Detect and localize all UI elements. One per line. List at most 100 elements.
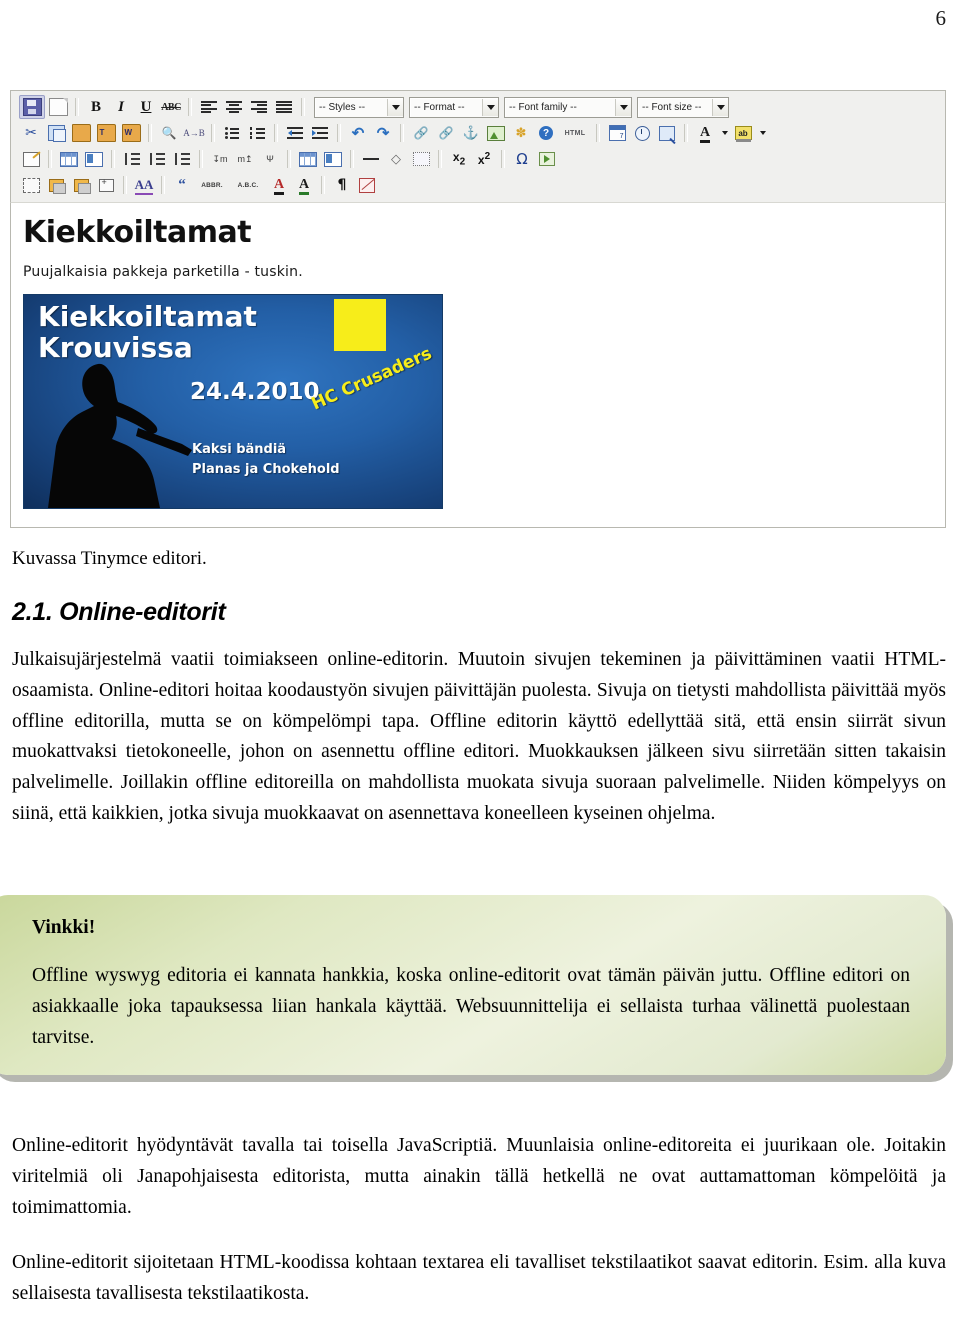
poster-title-line2: Krouvissa (38, 331, 193, 365)
merge-cells-button[interactable]: Ψ (258, 148, 282, 170)
acronym-button[interactable]: A.B.C. (230, 174, 266, 196)
help-button[interactable]: ? (534, 122, 558, 144)
special-character-button[interactable]: Ω (510, 148, 534, 170)
insert-layer-icon (98, 177, 114, 192)
insert-image-button[interactable] (484, 122, 508, 144)
font-family-select-label: -- Font family -- (509, 101, 577, 113)
media-icon (539, 152, 555, 166)
table-properties-button[interactable] (19, 148, 43, 170)
nonbreaking-icon (359, 177, 375, 193)
insert-link-button[interactable]: 🔗 (409, 122, 433, 144)
new-document-button[interactable] (46, 96, 70, 118)
align-right-button[interactable] (247, 96, 271, 118)
italic-icon: I (118, 98, 124, 115)
format-select[interactable]: -- Format -- (409, 96, 499, 118)
tinymce-editor-screenshot: B I U ABC -- Styles -- -- Format -- -- F… (10, 90, 946, 528)
row-properties-button[interactable] (296, 148, 320, 170)
cut-button[interactable]: ✂ (19, 122, 43, 144)
font-size-select[interactable]: -- Font size -- (637, 96, 729, 118)
align-left-icon (201, 100, 217, 114)
poster-bands-line1: Kaksi bändiä (192, 442, 287, 457)
scissors-icon: ✂ (25, 125, 37, 141)
abbr-icon: ABBR. (201, 181, 223, 189)
strikethrough-button[interactable]: ABC (159, 96, 183, 118)
insert-column-before-button[interactable] (145, 148, 169, 170)
preview-button[interactable] (655, 122, 679, 144)
styles-select[interactable]: -- Styles -- (314, 96, 404, 118)
delete-column-icon: ↧m (212, 153, 228, 164)
delete-row-icon (124, 153, 140, 165)
paste-word-icon: W (121, 124, 141, 142)
remove-formatting-button[interactable]: ◇ (384, 148, 408, 170)
move-forward-button[interactable] (44, 174, 68, 196)
editor-content-area[interactable]: Kiekkoiltamat Puujalkaisia pakkeja parke… (10, 202, 946, 528)
abbreviation-button[interactable]: ABBR. (195, 174, 229, 196)
chevron-down-icon (615, 98, 631, 116)
underline-button[interactable]: U (134, 96, 158, 118)
text-color-button[interactable]: A (693, 122, 717, 144)
align-center-icon (226, 100, 242, 114)
insert-time-button[interactable] (630, 122, 654, 144)
delete-column-button[interactable]: ↧m (208, 148, 232, 170)
insert-row-after-button[interactable] (82, 148, 106, 170)
text-color-dropdown[interactable] (718, 122, 730, 144)
indent-button[interactable] (308, 122, 332, 144)
deletion-button[interactable]: A (267, 174, 291, 196)
select-image-button[interactable] (19, 174, 43, 196)
subscript-button[interactable]: x2 (447, 148, 471, 170)
blockquote-button[interactable]: “ (170, 174, 194, 196)
merge-cells-icon: Ψ (266, 154, 274, 164)
save-button[interactable] (19, 95, 45, 119)
bold-button[interactable]: B (84, 96, 108, 118)
edit-html-button[interactable]: HTML (559, 122, 591, 144)
undo-button[interactable]: ↶ (346, 122, 370, 144)
find-button[interactable]: 🔍 (157, 122, 181, 144)
styleprops-button[interactable]: AA (132, 174, 156, 196)
delete-row-button[interactable] (120, 148, 144, 170)
insert-row-before-button[interactable] (57, 148, 81, 170)
align-justify-button[interactable] (272, 96, 296, 118)
insert-anchor-button[interactable]: ⚓ (459, 122, 483, 144)
split-cells-button[interactable]: m↥ (233, 148, 257, 170)
paste-from-word-button[interactable]: W (119, 122, 143, 144)
align-left-button[interactable] (197, 96, 221, 118)
chevron-down-icon (721, 131, 728, 135)
move-backward-button[interactable] (69, 174, 93, 196)
layer-backward-icon (73, 178, 91, 194)
insert-table-button[interactable] (409, 148, 433, 170)
background-color-dropdown[interactable] (756, 122, 768, 144)
align-center-button[interactable] (222, 96, 246, 118)
insert-date-button[interactable]: 7 (605, 122, 629, 144)
outdent-button[interactable] (283, 122, 307, 144)
bullet-list-button[interactable] (220, 122, 244, 144)
paste-button[interactable] (69, 122, 93, 144)
insert-layer-button[interactable] (94, 174, 118, 196)
superscript-button[interactable]: x2 (472, 148, 496, 170)
numbered-list-button[interactable] (245, 122, 269, 144)
horizontal-rule-button[interactable] (359, 148, 383, 170)
redo-button[interactable]: ↷ (371, 122, 395, 144)
bold-icon: B (90, 98, 101, 115)
background-color-button[interactable]: ab (731, 122, 755, 144)
styles-select-label: -- Styles -- (319, 101, 366, 113)
insert-media-button[interactable] (535, 148, 559, 170)
highlight-color-icon: ab (734, 126, 752, 142)
insertion-button[interactable]: A (292, 174, 316, 196)
copy-button[interactable] (44, 122, 68, 144)
unlink-button[interactable]: 🔗 (434, 122, 458, 144)
insertion-icon: A (298, 177, 310, 195)
paste-as-text-button[interactable]: T (94, 122, 118, 144)
cleanup-button[interactable]: ✽ (509, 122, 533, 144)
font-family-select[interactable]: -- Font family -- (504, 96, 632, 118)
find-replace-button[interactable]: A→B (182, 122, 206, 144)
cell-properties-button[interactable] (321, 148, 345, 170)
italic-button[interactable]: I (109, 96, 133, 118)
toolbar-row-4: AA “ ABBR. A.B.C. A A ¶ (13, 172, 943, 198)
show-blocks-button[interactable]: ¶ (330, 174, 354, 196)
insert-column-after-button[interactable] (170, 148, 194, 170)
toolbar-separator (199, 150, 203, 168)
nonbreaking-button[interactable] (355, 174, 379, 196)
unlink-icon: 🔗 (438, 125, 454, 140)
toolbar-separator (188, 98, 192, 116)
copy-icon (47, 125, 66, 142)
